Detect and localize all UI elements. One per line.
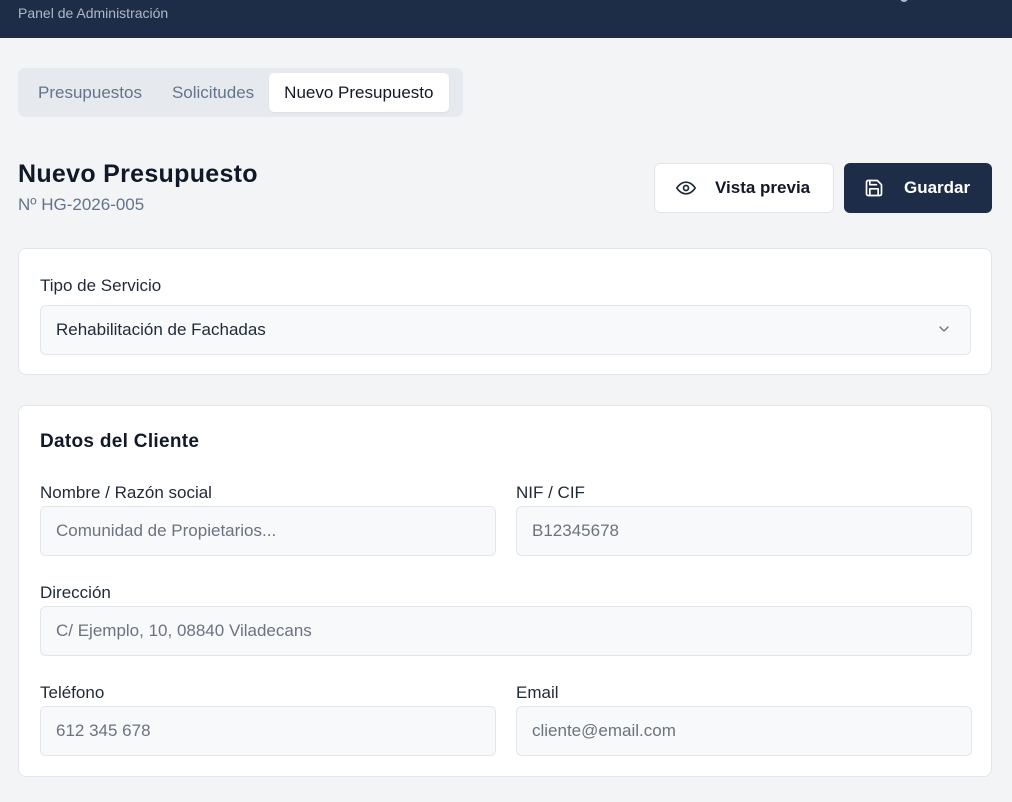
save-button[interactable]: Guardar — [844, 163, 992, 213]
service-type-select[interactable]: Rehabilitación de Fachadas — [40, 305, 971, 355]
name-input[interactable] — [40, 506, 496, 556]
tab-presupuestos[interactable]: Presupuestos — [23, 73, 157, 112]
service-type-card: Tipo de Servicio Rehabilitación de Facha… — [18, 248, 992, 375]
top-header: Panel de Administración — [0, 0, 1012, 38]
address-input[interactable] — [40, 606, 972, 656]
client-data-card: Datos del Cliente Nombre / Razón social … — [18, 405, 992, 777]
document-number: Nº HG-2026-005 — [18, 195, 145, 214]
save-button-label: Guardar — [904, 178, 971, 197]
service-type-label: Tipo de Servicio — [40, 276, 162, 295]
save-icon — [864, 178, 884, 198]
eye-icon — [676, 178, 696, 198]
phone-label: Teléfono — [40, 683, 105, 702]
service-type-value: Rehabilitación de Fachadas — [56, 320, 266, 339]
chevron-down-icon — [936, 321, 952, 342]
tab-nuevo-presupuesto[interactable]: Nuevo Presupuesto — [269, 73, 449, 112]
address-label: Dirección — [40, 583, 111, 602]
header-menu-icon[interactable] — [900, 0, 908, 2]
name-label: Nombre / Razón social — [40, 483, 212, 502]
header-subtitle: Panel de Administración — [18, 5, 169, 21]
nif-label: NIF / CIF — [516, 483, 585, 502]
page-title: Nuevo Presupuesto — [18, 160, 258, 188]
client-section-title: Datos del Cliente — [40, 431, 200, 452]
preview-button[interactable]: Vista previa — [654, 163, 834, 213]
tab-bar: Presupuestos Solicitudes Nuevo Presupues… — [18, 68, 463, 117]
phone-input[interactable] — [40, 706, 496, 756]
email-label: Email — [516, 683, 559, 702]
tab-solicitudes[interactable]: Solicitudes — [157, 73, 269, 112]
nif-input[interactable] — [516, 506, 972, 556]
email-input[interactable] — [516, 706, 972, 756]
preview-button-label: Vista previa — [715, 178, 811, 197]
